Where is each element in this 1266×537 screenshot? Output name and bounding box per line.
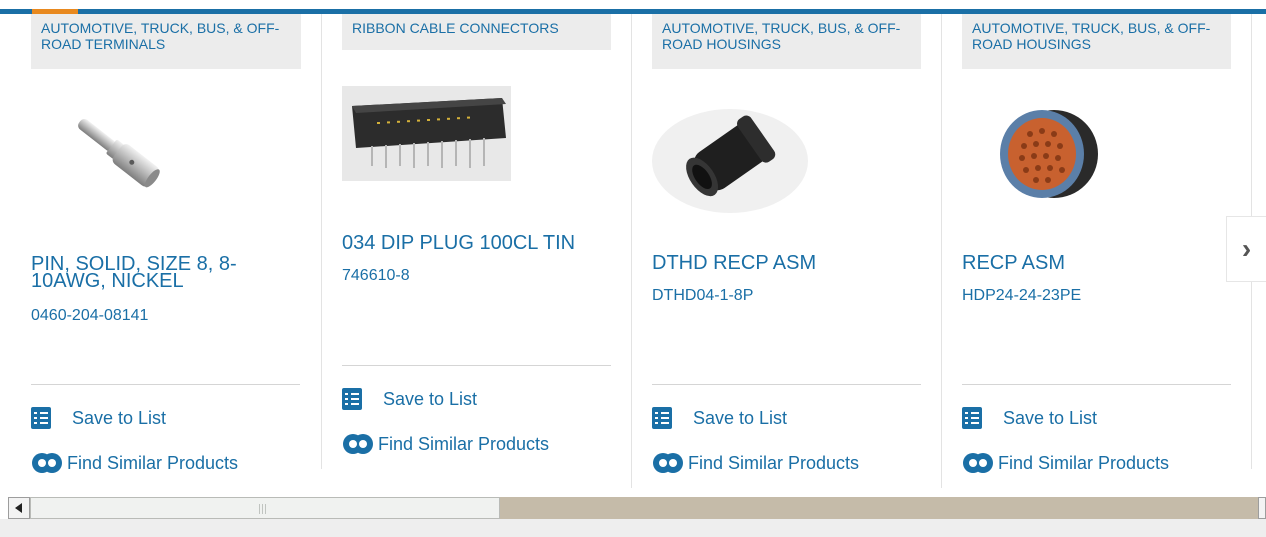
find-similar-icon — [32, 453, 62, 473]
product-image-dip-plug[interactable] — [342, 86, 511, 181]
find-similar-button[interactable]: Find Similar Products — [962, 452, 1169, 474]
checklist-icon — [652, 407, 672, 429]
scroll-left-arrow-icon[interactable] — [8, 497, 30, 519]
save-to-list-label: Save to List — [383, 388, 478, 409]
card-separator — [962, 384, 1231, 385]
product-card: AUTOMOTIVE, TRUCK, BUS, & OFF-ROAD HOUSI… — [962, 14, 1231, 484]
save-to-list-label: Save to List — [1003, 407, 1098, 428]
category-label[interactable]: AUTOMOTIVE, TRUCK, BUS, & OFF-ROAD TERMI… — [31, 14, 301, 69]
save-to-list-button[interactable]: Save to List — [31, 407, 166, 429]
card-separator — [652, 384, 921, 385]
card-divider — [941, 14, 942, 488]
top-accent-bar — [0, 0, 1266, 14]
save-to-list-button[interactable]: Save to List — [342, 388, 477, 410]
find-similar-button[interactable]: Find Similar Products — [31, 452, 238, 474]
save-to-list-label: Save to List — [693, 407, 788, 428]
scroll-right-arrow-icon[interactable] — [1258, 497, 1266, 519]
part-number[interactable]: DTHD04-1-8P — [652, 287, 753, 305]
product-title[interactable]: PIN, SOLID, SIZE 8, 8-10AWG, NICKEL — [31, 254, 281, 291]
find-similar-icon — [653, 453, 683, 473]
card-separator — [31, 384, 300, 385]
product-image-circular-connector[interactable] — [996, 104, 1100, 202]
part-number[interactable]: 746610-8 — [342, 267, 410, 285]
find-similar-icon — [343, 434, 373, 454]
card-divider — [321, 14, 322, 469]
product-card: AUTOMOTIVE, TRUCK, BUS, & OFF-ROAD HOUSI… — [652, 14, 921, 484]
scroll-grip-icon — [259, 504, 269, 514]
find-similar-button[interactable]: Find Similar Products — [342, 433, 549, 455]
page-footer-strip — [0, 519, 1266, 537]
find-similar-button[interactable]: Find Similar Products — [652, 452, 859, 474]
save-to-list-button[interactable]: Save to List — [652, 407, 787, 429]
card-divider — [631, 14, 632, 488]
product-card: RIBBON CABLE CONNECTORS 034 DIP PLUG 100… — [342, 14, 611, 484]
save-to-list-label: Save to List — [72, 407, 167, 428]
product-image-housing[interactable] — [652, 106, 808, 216]
horizontal-scrollbar[interactable] — [8, 497, 1266, 519]
find-similar-label: Find Similar Products — [688, 452, 860, 473]
product-title[interactable]: RECP ASM — [962, 253, 1212, 273]
chevron-right-icon: › — [1241, 233, 1252, 264]
product-image-pin[interactable] — [65, 109, 169, 195]
find-similar-label: Find Similar Products — [998, 452, 1170, 473]
find-similar-icon — [963, 453, 993, 473]
category-label[interactable]: AUTOMOTIVE, TRUCK, BUS, & OFF-ROAD HOUSI… — [962, 14, 1231, 69]
find-similar-label: Find Similar Products — [67, 452, 239, 473]
product-title[interactable]: 034 DIP PLUG 100CL TIN — [342, 233, 592, 253]
product-title[interactable]: DTHD RECP ASM — [652, 253, 902, 273]
carousel-next-button[interactable]: › — [1226, 216, 1266, 282]
checklist-icon — [342, 388, 362, 410]
save-to-list-button[interactable]: Save to List — [962, 407, 1097, 429]
card-separator — [342, 365, 611, 366]
scrollbar-thumb[interactable] — [30, 497, 500, 519]
part-number[interactable]: HDP24-24-23PE — [962, 287, 1081, 305]
part-number[interactable]: 0460-204-08141 — [31, 307, 148, 325]
find-similar-label: Find Similar Products — [378, 433, 550, 454]
category-label[interactable]: RIBBON CABLE CONNECTORS — [342, 14, 611, 50]
checklist-icon — [31, 407, 51, 429]
checklist-icon — [962, 407, 982, 429]
product-card: AUTOMOTIVE, TRUCK, BUS, & OFF-ROAD TERMI… — [31, 14, 301, 484]
category-label[interactable]: AUTOMOTIVE, TRUCK, BUS, & OFF-ROAD HOUSI… — [652, 14, 921, 69]
